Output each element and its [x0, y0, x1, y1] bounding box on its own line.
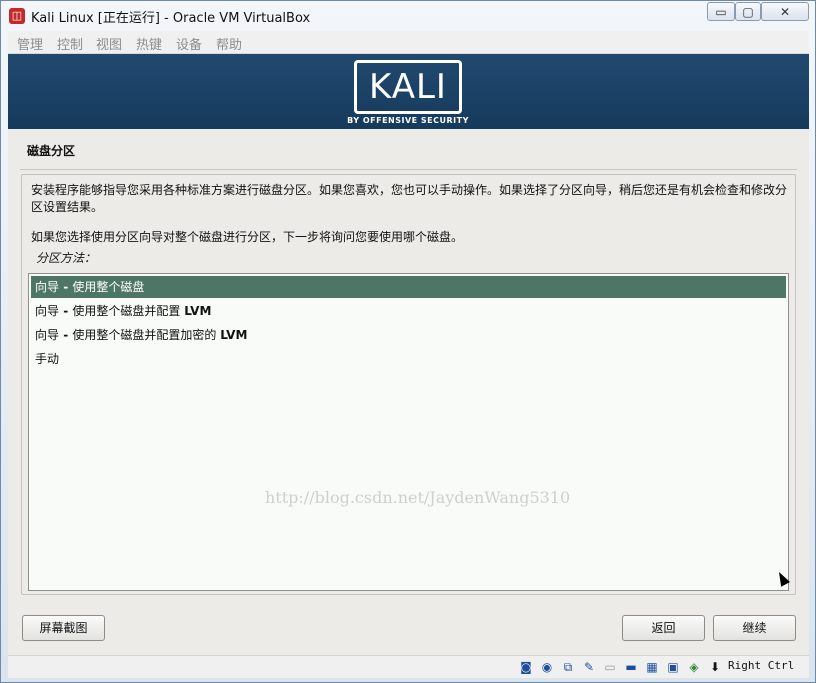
maximize-button[interactable]: ▢ — [735, 2, 761, 21]
network-adapter-icon[interactable]: ▦ — [644, 659, 660, 675]
recording-icon[interactable]: ▣ — [665, 659, 681, 675]
title-bar[interactable]: ◫ Kali Linux [正在运行] - Oracle VM VirtualB… — [1, 1, 815, 29]
kali-logo: KALI — [354, 60, 462, 114]
watermark-text: http://blog.csdn.net/JaydenWang5310 — [265, 488, 571, 507]
partition-method-label: 分区方法： — [36, 251, 97, 265]
kali-banner: KALI BY OFFENSIVE SECURITY — [8, 54, 809, 129]
menu-view[interactable]: 视图 — [96, 34, 122, 53]
menu-hotkeys[interactable]: 热键 — [136, 34, 162, 53]
minimize-button[interactable]: ▭ — [707, 2, 735, 21]
partition-method-list[interactable]: 向导 - 使用整个磁盘 向导 - 使用整个磁盘并配置 LVM 向导 - 使用整个… — [28, 273, 789, 591]
list-item-manual[interactable]: 手动 — [31, 348, 786, 370]
menu-help[interactable]: 帮助 — [216, 34, 242, 53]
list-item-guided-entire-disk[interactable]: 向导 - 使用整个磁盘 — [31, 276, 786, 298]
page-title: 磁盘分区 — [27, 144, 76, 158]
menu-control[interactable]: 控制 — [57, 34, 83, 53]
optical-drive-icon[interactable]: ◉ — [539, 659, 555, 675]
close-button[interactable]: ✕ — [761, 2, 809, 21]
screenshot-button[interactable]: 屏幕截图 — [22, 615, 105, 641]
virtualbox-window: ◫ Kali Linux [正在运行] - Oracle VM VirtualB… — [0, 0, 816, 683]
menu-manage[interactable]: 管理 — [17, 34, 43, 53]
usb-icon[interactable]: ✎ — [581, 659, 597, 675]
menu-bar: 管理 控制 视图 热键 设备 帮助 — [8, 31, 809, 54]
window-title: Kali Linux [正在运行] - Oracle VM VirtualBox — [31, 11, 311, 26]
status-bar: ◙ ◉ ⧉ ✎ ▭ ▬ ▦ ▣ ◈ ⬇ Right Ctrl — [8, 655, 809, 678]
keyboard-capture-icon[interactable]: ⬇ — [707, 659, 723, 675]
list-item-guided-encrypted-lvm[interactable]: 向导 - 使用整个磁盘并配置加密的 LVM — [31, 324, 786, 346]
installer-content: 磁盘分区 安装程序能够指导您采用各种标准方案进行磁盘分区。如果您喜欢，您也可以手… — [8, 129, 809, 655]
list-item-guided-lvm[interactable]: 向导 - 使用整个磁盘并配置 LVM — [31, 300, 786, 322]
description-text: 安装程序能够指导您采用各种标准方案进行磁盘分区。如果您喜欢，您也可以手动操作。如… — [31, 183, 788, 214]
kali-logo-subtext: BY OFFENSIVE SECURITY — [347, 116, 469, 125]
host-key-label: Right Ctrl — [728, 659, 795, 672]
shared-folder-icon[interactable]: ▭ — [602, 659, 618, 675]
divider — [20, 169, 797, 170]
virtualbox-icon: ◫ — [9, 8, 25, 24]
display-icon[interactable]: ▬ — [623, 659, 639, 675]
description-text-2: 如果您选择使用分区向导对整个磁盘进行分区，下一步将询问您要使用哪个磁盘。 — [31, 230, 464, 244]
network-icon[interactable]: ⧉ — [560, 659, 576, 675]
menu-devices[interactable]: 设备 — [176, 34, 202, 53]
continue-button[interactable]: 继续 — [713, 615, 796, 641]
mouse-integration-icon[interactable]: ◈ — [686, 659, 702, 675]
hard-disk-icon[interactable]: ◙ — [518, 659, 534, 675]
back-button[interactable]: 返回 — [622, 615, 705, 641]
